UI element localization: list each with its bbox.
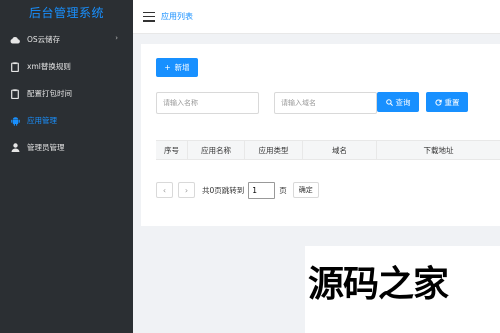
page-suffix: 页: [279, 185, 287, 195]
sidebar-item-label: 管理员管理: [27, 143, 65, 152]
add-button-label: 新增: [174, 63, 190, 72]
app-title: 后台管理系统: [28, 6, 104, 20]
breadcrumb[interactable]: 应用列表: [161, 11, 193, 22]
main-card: + 新增 查询 重置 序号 应用名称 应用类型 域名 下载地址 ‹ › 共0页跳…: [141, 44, 500, 226]
table-header: 序号 应用名称 应用类型 域名 下载地址: [156, 140, 500, 160]
query-button[interactable]: 查询: [377, 92, 419, 112]
pagination: ‹ › 共0页跳转到 页 确定: [156, 181, 319, 199]
plus-icon: +: [164, 63, 171, 72]
top-bar: 应用列表: [133, 0, 500, 34]
sidebar-item-label: OS云储存: [27, 35, 61, 44]
prev-page-button[interactable]: ‹: [156, 182, 173, 198]
watermark-text: 源码之家: [308, 264, 449, 305]
cloud-icon: [10, 35, 20, 45]
sidebar-item-admin-management[interactable]: 管理员管理: [0, 134, 133, 161]
clipboard-icon: [10, 61, 20, 72]
sidebar-item-label: 配置打包时间: [27, 89, 72, 98]
watermark: 源码之家: [305, 246, 500, 333]
reset-button[interactable]: 重置: [426, 92, 468, 112]
reset-button-label: 重置: [444, 97, 460, 107]
sidebar-item-os-storage[interactable]: OS云储存 ›: [0, 26, 133, 53]
clipboard-icon: [10, 88, 20, 99]
pagination-summary: 共0页跳转到: [202, 185, 245, 195]
search-icon: [385, 98, 393, 106]
column-header-app-name: 应用名称: [188, 141, 245, 159]
user-icon: [10, 143, 20, 153]
hamburger-icon[interactable]: [143, 11, 155, 22]
next-page-button[interactable]: ›: [178, 182, 195, 198]
sidebar-item-label: xml替换规则: [27, 62, 71, 71]
name-search-input[interactable]: [156, 92, 259, 114]
confirm-page-button[interactable]: 确定: [292, 182, 319, 198]
android-icon: [10, 116, 20, 126]
sidebar-item-pack-time[interactable]: 配置打包时间: [0, 80, 133, 107]
refresh-icon: [434, 98, 442, 106]
column-header-app-type: 应用类型: [245, 141, 303, 159]
sidebar-item-label: 应用管理: [27, 116, 57, 125]
column-header-domain: 域名: [303, 141, 377, 159]
add-button[interactable]: + 新增: [156, 58, 198, 77]
column-header-index: 序号: [156, 141, 188, 159]
column-header-download-url: 下载地址: [423, 145, 454, 155]
query-button-label: 查询: [395, 97, 411, 107]
sidebar-menu: OS云储存 › xml替换规则 配置打包时间 应用管理 管理员管理: [0, 26, 133, 161]
domain-search-input[interactable]: [274, 92, 377, 114]
sidebar-item-app-management[interactable]: 应用管理: [0, 107, 133, 134]
sidebar-item-xml-rules[interactable]: xml替换规则: [0, 53, 133, 80]
page-number-input[interactable]: [248, 181, 276, 199]
chevron-right-icon: ›: [115, 34, 118, 42]
sidebar: 后台管理系统 OS云储存 › xml替换规则 配置打包时间 应用管理 管理员管理: [0, 0, 133, 333]
